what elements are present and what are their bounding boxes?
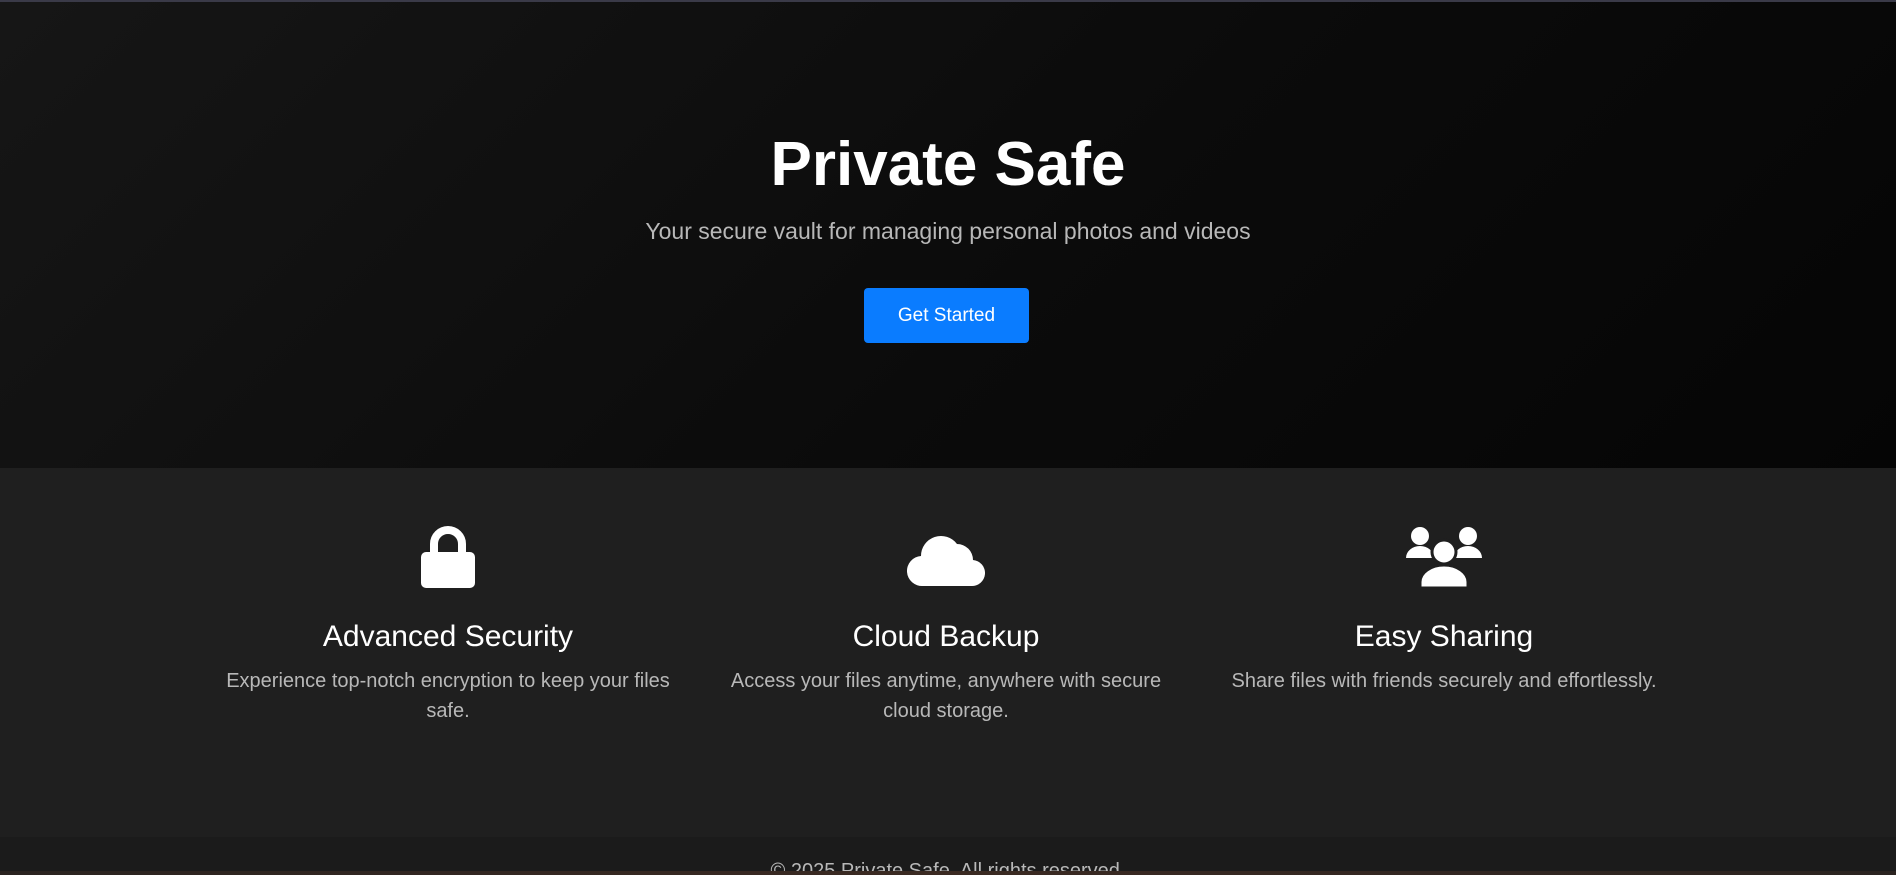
hero-title: Private Safe [770, 130, 1126, 199]
features-section: Advanced Security Experience top-notch e… [0, 468, 1896, 837]
get-started-button[interactable]: Get Started [864, 288, 1029, 343]
lock-icon [218, 526, 678, 590]
page: Private Safe Your secure vault for manag… [0, 0, 1896, 875]
feature-title: Cloud Backup [852, 620, 1040, 653]
cloud-icon [716, 526, 1176, 590]
footer: © 2025 Private Safe. All rights reserved… [0, 837, 1896, 875]
hero-section: Private Safe Your secure vault for manag… [0, 2, 1896, 468]
feature-title: Easy Sharing [1354, 620, 1534, 653]
feature-title: Advanced Security [322, 620, 574, 653]
users-icon [1214, 526, 1674, 590]
feature-description: Share files with friends securely and ef… [1231, 670, 1657, 692]
feature-description: Experience top-notch encryption to keep … [226, 670, 670, 722]
bottom-divider [0, 871, 1896, 875]
hero-subtitle: Your secure vault for managing personal … [645, 218, 1251, 244]
feature-description: Access your files anytime, anywhere with… [730, 670, 1162, 722]
